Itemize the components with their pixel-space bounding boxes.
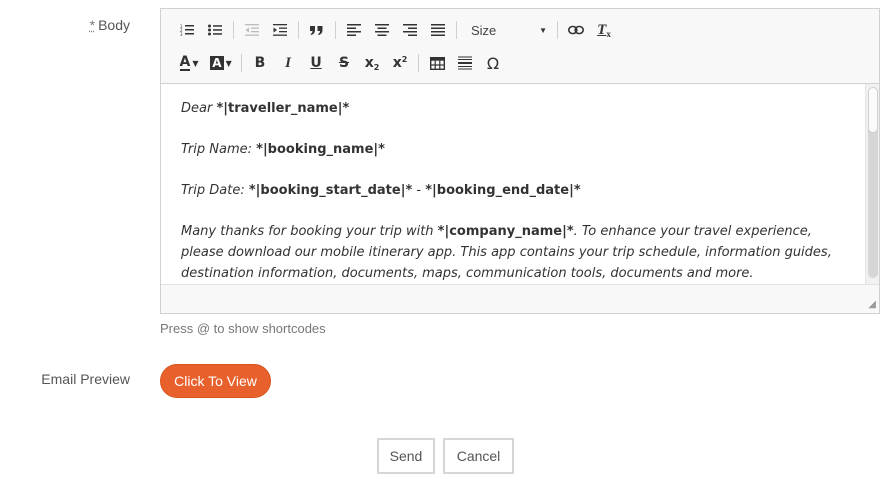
toolbar-row-1: 123 Size ▼ T x (173, 18, 618, 42)
special-character-icon[interactable]: Ω (479, 51, 507, 75)
toolbar-separator (241, 54, 242, 72)
numbered-list-icon[interactable]: 123 (173, 18, 201, 42)
date-separator: - (412, 183, 426, 198)
italic-icon: I (285, 54, 291, 71)
content-trip-date: Trip Date: *|booking_start_date|* - *|bo… (181, 180, 845, 201)
greeting-prefix: Dear (181, 101, 217, 116)
chevron-down-icon: ▼ (192, 58, 199, 68)
svg-text:3: 3 (180, 32, 183, 36)
link-icon[interactable] (562, 18, 590, 42)
indent-icon[interactable] (266, 18, 294, 42)
align-right-icon[interactable] (396, 18, 424, 42)
required-mark: * (89, 17, 96, 33)
editor-statusbar: ◢ (161, 284, 879, 313)
body-label-text: Body (98, 17, 130, 33)
text-color-button[interactable]: A ▼ (173, 51, 205, 75)
content-greeting: Dear *|traveller_name|* (181, 98, 845, 119)
toolbar-separator (418, 54, 419, 72)
omega-glyph: Ω (486, 53, 500, 73)
align-justify-icon[interactable] (424, 18, 452, 42)
resize-handle-icon[interactable]: ◢ (866, 300, 876, 310)
toolbar-separator (557, 21, 558, 39)
booking-end-date-shortcode: *|booking_end_date|* (425, 183, 581, 198)
send-button[interactable]: Send (377, 438, 435, 474)
superscript-icon: x (392, 55, 402, 71)
cancel-button[interactable]: Cancel (443, 438, 514, 474)
booking-name-shortcode: *|booking_name|* (256, 142, 385, 157)
outdent-icon[interactable] (238, 18, 266, 42)
subscript-icon: x (364, 55, 374, 71)
blockquote-icon[interactable] (303, 18, 331, 42)
body-label: * Body (90, 17, 130, 33)
rich-text-editor: 123 Size ▼ T x A ▼ A ▼ B I U S x 2 x 2 Ω… (160, 8, 880, 314)
traveller-name-shortcode: *|traveller_name|* (216, 101, 350, 116)
scrollbar-thumb[interactable] (868, 87, 878, 133)
text-color-icon: A (179, 53, 191, 71)
trip-date-prefix: Trip Date: (181, 183, 249, 198)
clear-format-glyph: T (597, 21, 607, 38)
strikethrough-icon: S (338, 55, 350, 71)
underline-icon: U (310, 55, 322, 71)
toolbar-separator (298, 21, 299, 39)
superscript-mark: 2 (401, 54, 408, 64)
toolbar-separator (335, 21, 336, 39)
bold-icon: B (254, 55, 266, 71)
bold-button[interactable]: B (246, 51, 274, 75)
background-color-button[interactable]: A ▼ (205, 51, 237, 75)
content-paragraph: Many thanks for booking your trip with *… (181, 221, 845, 284)
paragraph-prefix: Many thanks for booking your trip with (181, 224, 438, 239)
background-color-icon: A (210, 56, 224, 70)
clear-format-mark: x (606, 29, 611, 39)
table-icon[interactable] (423, 51, 451, 75)
align-center-icon[interactable] (368, 18, 396, 42)
shortcode-hint: Press @ to show shortcodes (160, 321, 326, 336)
toolbar-row-2: A ▼ A ▼ B I U S x2 x2 Ω (173, 51, 507, 75)
subscript-mark: 2 (373, 62, 380, 72)
font-size-select[interactable]: Size ▼ (461, 18, 553, 42)
editor-toolbar: 123 Size ▼ T x A ▼ A ▼ B I U S x 2 x 2 Ω (161, 9, 879, 84)
chevron-down-icon: ▼ (225, 58, 232, 68)
bulleted-list-icon[interactable] (201, 18, 229, 42)
editor-scrollbar[interactable] (865, 84, 879, 284)
toolbar-separator (456, 21, 457, 39)
content-trip-name: Trip Name: *|booking_name|* (181, 139, 845, 160)
booking-start-date-shortcode: *|booking_start_date|* (248, 183, 413, 198)
company-name-shortcode: *|company_name|* (437, 224, 574, 239)
trip-name-prefix: Trip Name: (181, 142, 257, 157)
horizontal-line-icon[interactable] (451, 51, 479, 75)
subscript-button[interactable]: x2 (358, 51, 386, 75)
italic-button[interactable]: I (274, 51, 302, 75)
align-left-icon[interactable] (340, 18, 368, 42)
toolbar-separator (233, 21, 234, 39)
superscript-button[interactable]: x2 (386, 51, 414, 75)
click-to-view-button[interactable]: Click To View (160, 364, 271, 398)
clear-formatting-icon[interactable]: Tx (590, 18, 618, 42)
email-preview-label: Email Preview (41, 371, 130, 387)
editor-content[interactable]: Dear *|traveller_name|* Trip Name: *|boo… (161, 84, 865, 284)
strikethrough-button[interactable]: S (330, 51, 358, 75)
chevron-down-icon: ▼ (539, 25, 547, 35)
underline-button[interactable]: U (302, 51, 330, 75)
font-size-label: Size (471, 22, 497, 38)
